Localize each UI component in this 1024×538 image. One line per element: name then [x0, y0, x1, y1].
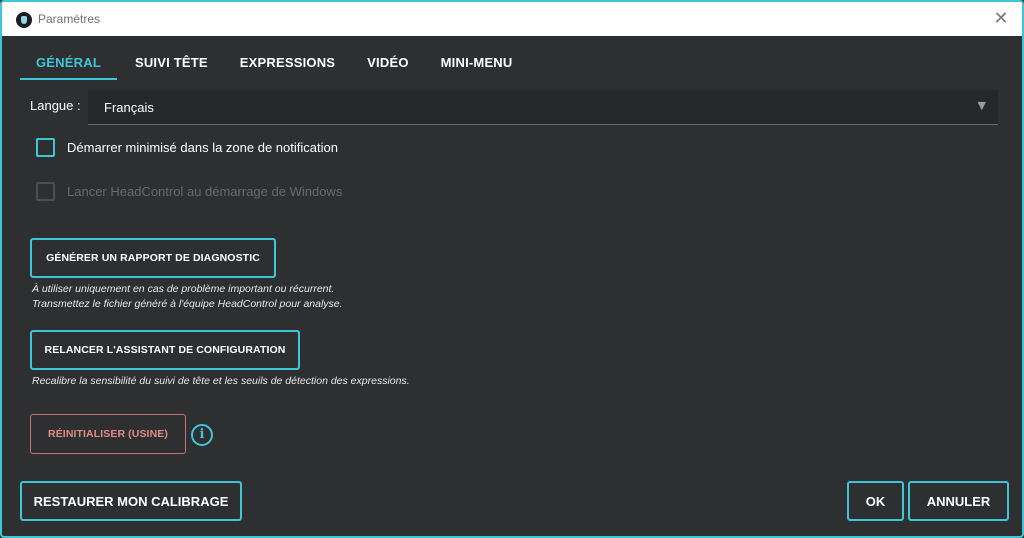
diagnostic-hint-line-1: À utiliser uniquement en cas de problème…	[32, 283, 335, 295]
generate-diagnostic-button[interactable]: GÉNÉRER UN RAPPORT DE DIAGNOSTIC	[30, 238, 276, 278]
tab-general[interactable]: GÉNÉRAL	[20, 48, 117, 80]
title-bar: Paramètres ✕	[2, 2, 1022, 36]
settings-window: Paramètres ✕ GÉNÉRAL SUIVI TÊTE EXPRESSI…	[0, 0, 1024, 538]
rerun-setup-assistant-button[interactable]: RELANCER L'ASSISTANT DE CONFIGURATION	[30, 330, 300, 370]
language-select[interactable]: Français ▼	[88, 90, 998, 125]
tab-mini-menu[interactable]: MINI-MENU	[425, 48, 529, 80]
language-label: Langue :	[30, 98, 81, 113]
tab-head-tracking[interactable]: SUIVI TÊTE	[119, 48, 224, 80]
language-value: Français	[104, 100, 154, 115]
app-logo-icon	[16, 12, 32, 28]
window-title: Paramètres	[38, 12, 101, 26]
cancel-button[interactable]: ANNULER	[908, 481, 1009, 521]
close-icon[interactable]: ✕	[992, 10, 1010, 28]
launch-at-startup-option: Lancer HeadControl au démarrage de Windo…	[36, 182, 342, 201]
start-minimized-label: Démarrer minimisé dans la zone de notifi…	[67, 140, 338, 155]
start-minimized-option[interactable]: Démarrer minimisé dans la zone de notifi…	[36, 138, 338, 157]
launch-at-startup-checkbox	[36, 182, 55, 201]
tab-expressions[interactable]: EXPRESSIONS	[224, 48, 351, 80]
launch-at-startup-label: Lancer HeadControl au démarrage de Windo…	[67, 184, 343, 199]
restore-calibration-button[interactable]: RESTAURER MON CALIBRAGE	[20, 481, 242, 521]
diagnostic-hint-line-2: Transmettez le fichier généré à l'équipe…	[32, 298, 343, 310]
start-minimized-checkbox[interactable]	[36, 138, 55, 157]
info-icon[interactable]: i	[191, 424, 213, 446]
assistant-hint: Recalibre la sensibilité du suivi de têt…	[32, 375, 410, 387]
chevron-down-icon: ▼	[977, 99, 986, 112]
tab-bar: GÉNÉRAL SUIVI TÊTE EXPRESSIONS VIDÉO MIN…	[20, 48, 529, 82]
tab-video[interactable]: VIDÉO	[351, 48, 424, 80]
factory-reset-button[interactable]: RÉINITIALISER (USINE)	[30, 414, 186, 454]
ok-button[interactable]: OK	[847, 481, 904, 521]
